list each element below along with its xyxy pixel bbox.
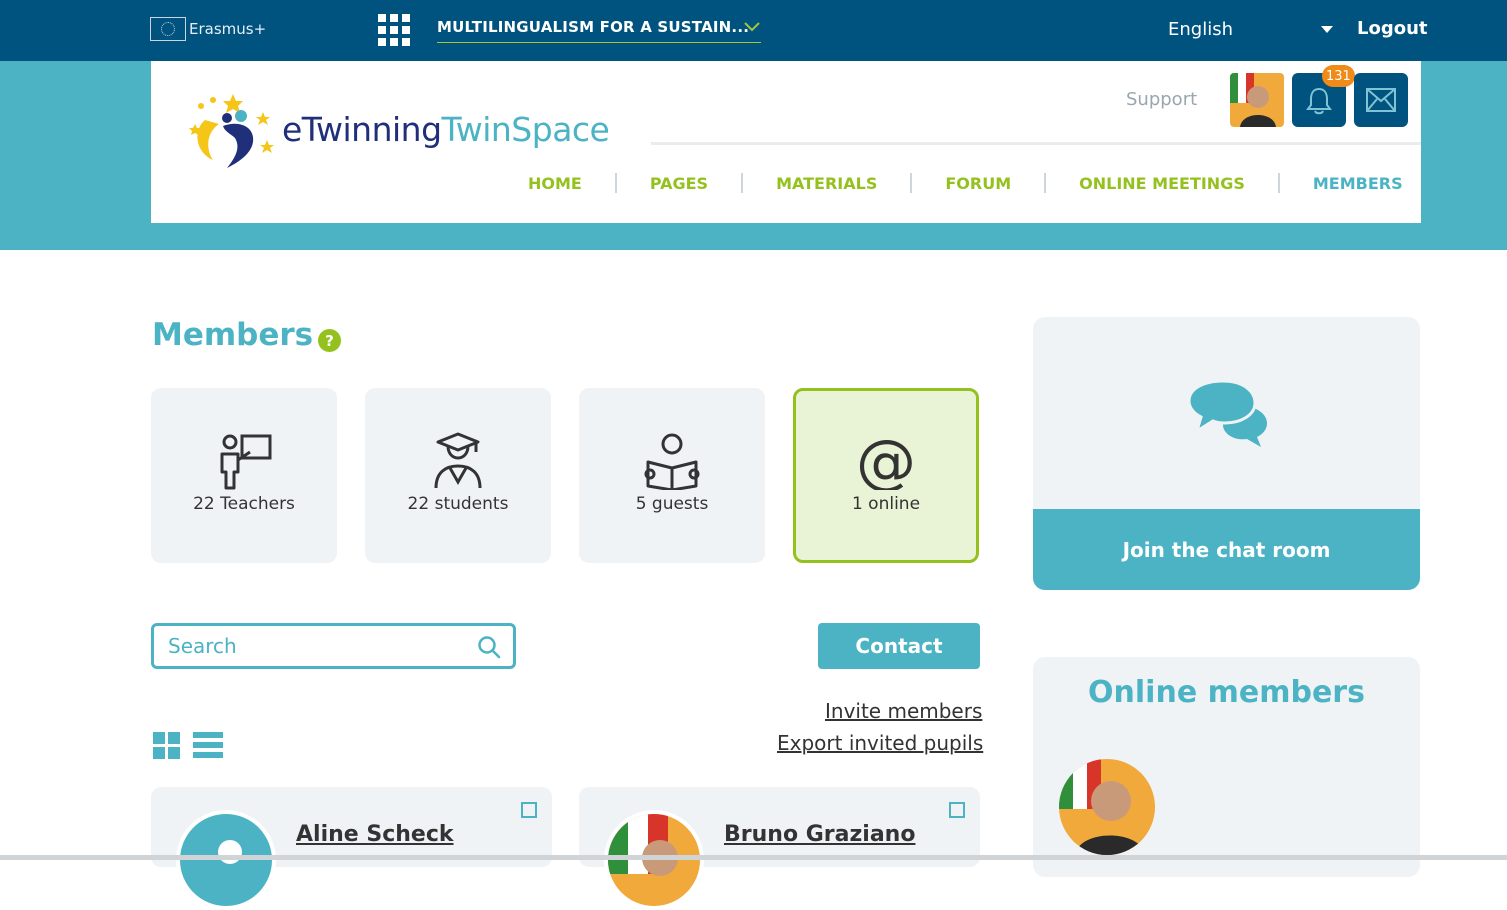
logout-link[interactable]: Logout bbox=[1357, 18, 1428, 39]
project-selector-label: MULTILINGUALISM FOR A SUSTAIN... bbox=[437, 18, 750, 36]
chat-bubbles-icon bbox=[1187, 379, 1267, 447]
contact-button[interactable]: Contact bbox=[818, 623, 980, 669]
online-members-card: Online members bbox=[1033, 657, 1420, 877]
nav-members[interactable]: MEMBERS bbox=[1313, 174, 1403, 193]
nav-separator bbox=[741, 173, 744, 193]
logo-text: eTwinningTwinSpace bbox=[282, 110, 610, 149]
grid-view-icon[interactable] bbox=[153, 732, 180, 759]
language-select[interactable]: English bbox=[1168, 19, 1333, 40]
list-view-icon[interactable] bbox=[193, 732, 223, 759]
at-sign-icon: @ bbox=[856, 432, 916, 490]
nav-separator bbox=[614, 173, 617, 193]
students-stat-card[interactable]: 22 students bbox=[365, 388, 551, 563]
member-select-checkbox[interactable] bbox=[521, 802, 537, 818]
teachers-stat-card[interactable]: 22 Teachers bbox=[151, 388, 337, 563]
caret-down-icon bbox=[1321, 26, 1333, 33]
member-name[interactable]: Aline Scheck bbox=[296, 822, 454, 847]
nav-pages[interactable]: PAGES bbox=[650, 174, 708, 193]
chat-room-card: Join the chat room bbox=[1033, 317, 1420, 590]
member-photo-icon bbox=[608, 814, 700, 906]
logo-main: eTwinning bbox=[282, 110, 442, 149]
language-select-value: English bbox=[1168, 19, 1233, 40]
erasmus-label: Erasmus+ bbox=[189, 20, 267, 38]
chevron-down-icon bbox=[744, 22, 760, 32]
user-photo-icon bbox=[1230, 73, 1284, 127]
member-name[interactable]: Bruno Graziano bbox=[724, 822, 915, 847]
apps-grid-icon[interactable] bbox=[378, 14, 410, 46]
students-count: 22 students bbox=[407, 494, 509, 514]
member-avatar[interactable] bbox=[604, 810, 704, 910]
svg-text:@: @ bbox=[856, 432, 916, 490]
nav-separator bbox=[1044, 173, 1047, 193]
teacher-icon bbox=[220, 434, 272, 490]
bell-icon bbox=[1306, 87, 1332, 115]
help-icon[interactable]: ? bbox=[318, 329, 341, 352]
guests-stat-card[interactable]: 5 guests bbox=[579, 388, 765, 563]
teachers-count: 22 Teachers bbox=[193, 494, 295, 514]
nav-home[interactable]: HOME bbox=[528, 174, 582, 193]
main-nav: HOME PAGES MATERIALS FORUM ONLINE MEETIN… bbox=[528, 173, 1403, 193]
logo-sub: TwinSpace bbox=[441, 110, 610, 149]
search-input[interactable] bbox=[154, 626, 454, 666]
user-avatar[interactable] bbox=[1230, 73, 1284, 127]
default-avatar-icon bbox=[180, 814, 272, 906]
export-invited-pupils-link[interactable]: Export invited pupils bbox=[777, 731, 983, 755]
member-search[interactable] bbox=[151, 623, 516, 669]
eu-flag-icon bbox=[150, 17, 186, 41]
member-avatar[interactable] bbox=[176, 810, 276, 910]
online-member-photo-icon bbox=[1059, 759, 1155, 855]
online-members-title: Online members bbox=[1088, 675, 1365, 710]
erasmus-logo[interactable]: Erasmus+ bbox=[150, 17, 266, 41]
guests-count: 5 guests bbox=[635, 494, 709, 514]
guest-reader-icon bbox=[644, 433, 700, 490]
notification-count-badge: 131 bbox=[1322, 65, 1355, 87]
nav-separator bbox=[1277, 173, 1280, 193]
window-bottom-edge bbox=[0, 855, 1507, 860]
nav-divider bbox=[651, 142, 1421, 145]
student-icon bbox=[434, 432, 482, 489]
member-select-checkbox[interactable] bbox=[949, 802, 965, 818]
project-selector[interactable]: MULTILINGUALISM FOR A SUSTAIN... bbox=[437, 18, 761, 43]
etwinning-figure-icon bbox=[189, 94, 274, 168]
online-member-avatar[interactable] bbox=[1059, 759, 1155, 855]
invite-members-link[interactable]: Invite members bbox=[825, 699, 982, 723]
nav-online-meetings[interactable]: ONLINE MEETINGS bbox=[1079, 174, 1245, 193]
nav-forum[interactable]: FORUM bbox=[945, 174, 1011, 193]
online-stat-card[interactable]: @ 1 online bbox=[793, 388, 979, 563]
online-count: 1 online bbox=[851, 494, 921, 514]
nav-separator bbox=[910, 173, 913, 193]
envelope-icon bbox=[1366, 88, 1396, 112]
page-title: Members bbox=[152, 317, 314, 353]
nav-materials[interactable]: MATERIALS bbox=[776, 174, 877, 193]
messages-button[interactable] bbox=[1354, 73, 1408, 127]
support-link[interactable]: Support bbox=[1126, 89, 1197, 110]
search-icon[interactable] bbox=[477, 635, 501, 659]
join-chat-button[interactable]: Join the chat room bbox=[1033, 509, 1420, 590]
